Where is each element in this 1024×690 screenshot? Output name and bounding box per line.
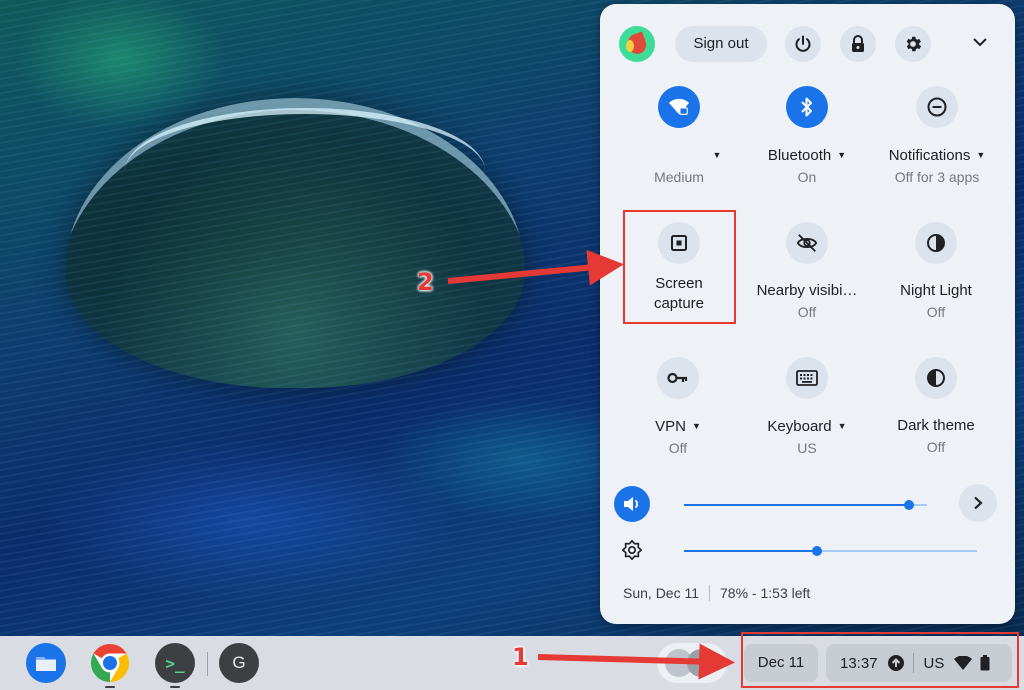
vpn-label[interactable]: VPN ▼ <box>618 416 738 437</box>
brightness-slider-fill <box>684 550 817 552</box>
gear-icon <box>906 36 922 52</box>
volume-slider-fill <box>684 504 909 506</box>
wifi-status: Medium <box>654 169 704 185</box>
holding-space-tray[interactable] <box>657 643 727 683</box>
keyboard-icon <box>796 370 818 386</box>
keyboard-menu-caret[interactable]: ▼ <box>838 416 847 436</box>
g-app-icon: G <box>232 653 246 672</box>
footer-date: Sun, Dec 11 <box>623 585 700 601</box>
power-icon <box>795 35 811 52</box>
tile-vpn[interactable]: VPN ▼ Off <box>618 357 738 457</box>
nearby-visibility-toggle[interactable] <box>786 222 828 264</box>
terminal-running-indicator <box>170 686 180 688</box>
bluetooth-menu-caret[interactable]: ▼ <box>837 145 846 165</box>
brightness-icon-wrap <box>614 532 650 568</box>
annotation-box-status-area <box>741 632 1019 688</box>
half-circle-icon <box>927 234 945 252</box>
battery-status[interactable]: 78% - 1:53 left <box>720 585 810 601</box>
avatar[interactable] <box>619 26 655 62</box>
key-icon <box>667 372 688 384</box>
tile-bluetooth[interactable]: Bluetooth ▼ On <box>747 86 867 186</box>
quick-settings-footer: Sun, Dec 11 78% - 1:53 left <box>623 585 810 601</box>
audio-settings-button[interactable] <box>959 484 997 522</box>
vpn-toggle[interactable] <box>657 357 699 399</box>
shelf-divider <box>207 652 208 676</box>
volume-icon <box>624 497 639 511</box>
dark-theme-label: Dark theme <box>897 417 975 434</box>
holding-space-preview-2 <box>687 649 715 677</box>
night-light-toggle[interactable] <box>915 222 957 264</box>
vpn-menu-caret[interactable]: ▼ <box>692 416 701 436</box>
notifications-label[interactable]: Notifications ▼ <box>877 145 997 166</box>
wifi-label[interactable]: ▼ <box>619 145 739 166</box>
chrome-app-button[interactable] <box>90 643 130 683</box>
tile-keyboard[interactable]: Keyboard ▼ US <box>747 357 867 457</box>
nearby-visibility-status: Off <box>797 304 817 320</box>
brightness-icon <box>622 540 642 560</box>
collapse-button[interactable] <box>968 30 992 54</box>
wifi-lock-icon <box>668 98 690 115</box>
tile-nearby-visibility[interactable]: Nearby visibi… Off <box>747 222 867 321</box>
brightness-row <box>600 530 1015 570</box>
terminal-icon: >_ <box>165 653 185 673</box>
contrast-icon <box>927 369 945 387</box>
tile-night-light[interactable]: Night Light Off <box>876 222 996 321</box>
nearby-visibility-label: Nearby visibi… <box>756 282 858 299</box>
chrome-running-indicator <box>105 686 115 688</box>
night-light-status: Off <box>926 304 946 320</box>
keyboard-toggle[interactable] <box>786 357 828 399</box>
dark-theme-toggle[interactable] <box>915 357 957 399</box>
sign-out-button[interactable]: Sign out <box>675 26 767 62</box>
power-button[interactable] <box>785 26 821 62</box>
chevron-right-icon <box>974 496 983 510</box>
lock-button[interactable] <box>840 26 876 62</box>
mute-button[interactable] <box>614 486 650 522</box>
do-not-disturb-icon <box>927 97 947 117</box>
wallpaper-droplet <box>65 98 525 388</box>
bluetooth-toggle[interactable] <box>786 86 828 128</box>
bluetooth-icon <box>801 97 812 117</box>
annotation-box-screen-capture <box>623 210 736 324</box>
tile-dark-theme[interactable]: Dark theme Off <box>876 357 996 456</box>
notifications-toggle[interactable] <box>916 86 958 128</box>
notifications-status: Off for 3 apps <box>894 169 980 185</box>
files-icon <box>26 643 66 683</box>
bluetooth-label[interactable]: Bluetooth ▼ <box>747 145 867 166</box>
wifi-toggle[interactable] <box>658 86 700 128</box>
lock-icon <box>852 35 864 52</box>
keyboard-label[interactable]: Keyboard ▼ <box>747 416 867 437</box>
quick-settings-header: Sign out <box>600 4 1015 78</box>
dark-theme-status: Off <box>926 439 946 455</box>
wifi-menu-caret[interactable]: ▼ <box>713 145 722 165</box>
annotation-label-1: 1 <box>512 643 529 671</box>
eye-off-icon <box>796 234 818 252</box>
settings-button[interactable] <box>895 26 931 62</box>
annotation-label-2: 2 <box>417 268 434 296</box>
night-light-label: Night Light <box>900 282 972 299</box>
vpn-status: Off <box>668 440 688 456</box>
volume-row <box>600 484 1015 524</box>
chrome-icon <box>90 643 130 683</box>
volume-slider-handle[interactable] <box>904 500 914 510</box>
terminal-app-button[interactable]: >_ <box>155 643 195 683</box>
files-app-button[interactable] <box>26 643 66 683</box>
g-app-button[interactable]: G <box>219 643 259 683</box>
footer-divider <box>709 585 711 601</box>
chevron-down-icon <box>973 38 987 47</box>
tile-wifi[interactable]: ▼ Medium <box>619 86 739 186</box>
brightness-slider-handle[interactable] <box>812 546 822 556</box>
notifications-menu-caret[interactable]: ▼ <box>976 145 985 165</box>
tile-notifications[interactable]: Notifications ▼ Off for 3 apps <box>877 86 997 186</box>
keyboard-status: US <box>797 440 817 456</box>
bluetooth-status: On <box>797 169 817 185</box>
